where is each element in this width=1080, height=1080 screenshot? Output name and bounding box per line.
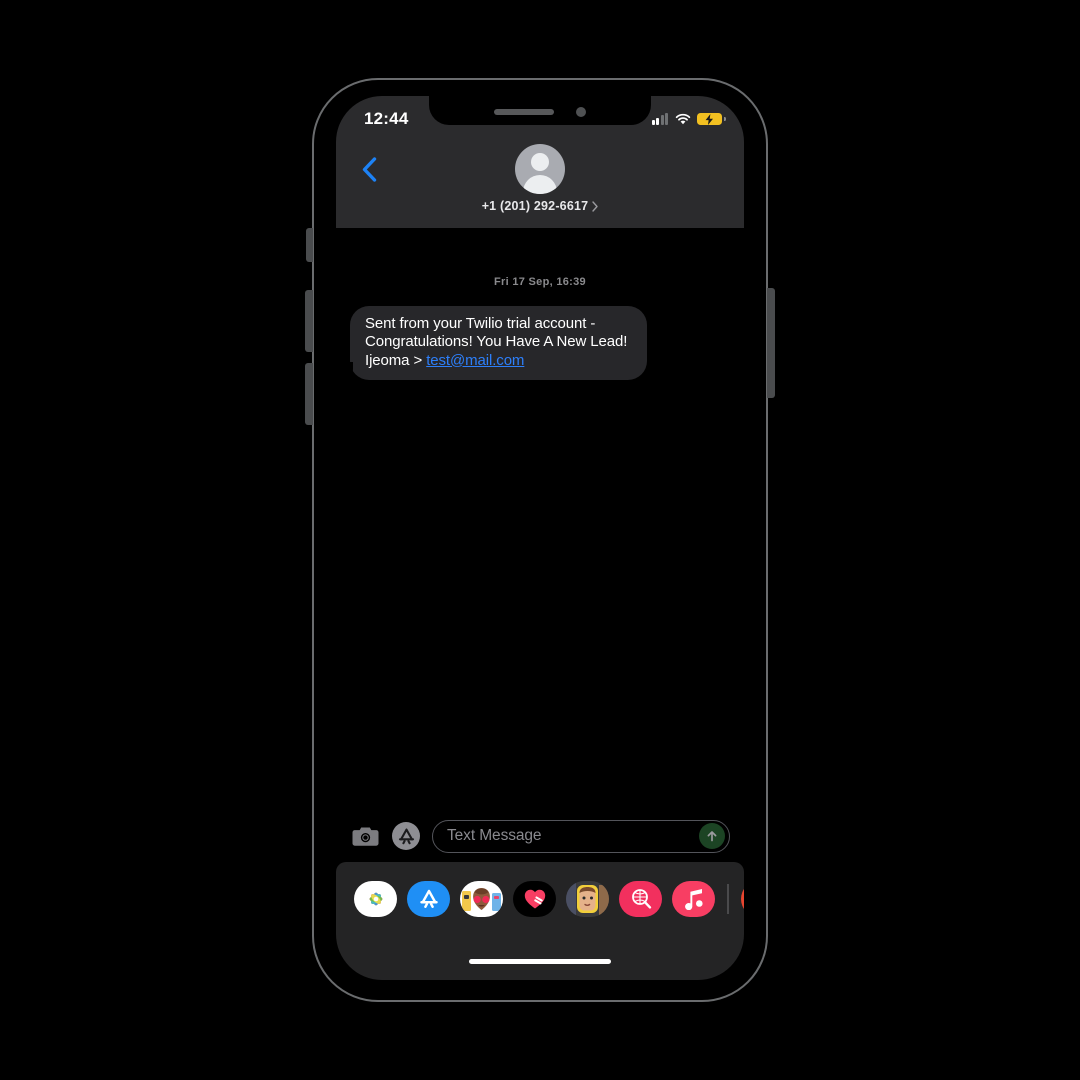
app-drawer-strip[interactable] [336, 872, 744, 926]
status-bar-time: 12:44 [364, 109, 409, 128]
memoji-icon [566, 883, 609, 915]
app-store-button[interactable] [392, 822, 420, 850]
app-icon-stickers[interactable] [460, 881, 503, 917]
app-icon-appstore[interactable] [407, 881, 450, 917]
message-input-toolbar: Text Message [336, 810, 744, 862]
camera-icon [352, 827, 378, 846]
text-message-placeholder: Text Message [447, 827, 542, 844]
home-indicator[interactable] [469, 959, 611, 964]
stickers-icon [462, 888, 501, 911]
message-row: Sent from your Twilio trial account - Co… [336, 306, 744, 380]
contact-header[interactable]: +1 (201) 292-6617 [336, 144, 744, 213]
app-icon-photos[interactable] [354, 881, 397, 917]
volume-down-button[interactable] [305, 363, 313, 425]
front-camera-icon [576, 106, 586, 117]
text-message-input[interactable]: Text Message [432, 819, 730, 853]
cellular-signal-icon [651, 113, 668, 125]
app-icon-fitness[interactable] [513, 881, 556, 917]
silence-switch[interactable] [306, 228, 313, 262]
contact-name-row[interactable]: +1 (201) 292-6617 [482, 199, 599, 213]
images-search-icon [631, 889, 651, 909]
wifi-icon [675, 113, 691, 124]
app-store-icon [398, 828, 414, 844]
app-icon-images[interactable] [619, 881, 662, 917]
app-store-icon [419, 889, 438, 908]
speaker-grille-icon [494, 108, 554, 115]
volume-up-button[interactable] [305, 290, 313, 352]
music-note-icon [685, 889, 703, 910]
battery-charging-icon [697, 112, 726, 126]
app-drawer [336, 862, 744, 980]
notch [429, 96, 651, 125]
arrow-up-icon [707, 831, 717, 842]
message-timestamp: Fri 17 Sep, 16:39 [494, 276, 586, 288]
phone-screen: 12:44 +1 (201) 292-6617 Fri 17 Sep, 16:3… [336, 96, 744, 980]
status-bar-indicators [651, 112, 726, 126]
fitness-icon [524, 889, 545, 909]
conversation-thread[interactable]: Fri 17 Sep, 16:39 Sent from your Twilio … [336, 228, 744, 862]
person-avatar-icon [515, 144, 565, 194]
message-bubble-incoming[interactable]: Sent from your Twilio trial account - Co… [342, 306, 647, 380]
camera-button[interactable] [350, 821, 380, 851]
contact-name: +1 (201) 292-6617 [481, 199, 589, 213]
message-email-link[interactable]: test@mail.com [426, 352, 524, 369]
send-button[interactable] [699, 823, 725, 849]
lightning-bolt-icon [705, 113, 713, 125]
photos-icon [369, 892, 382, 906]
app-drawer-divider [727, 884, 729, 914]
chevron-right-icon [592, 200, 598, 212]
power-button[interactable] [767, 288, 775, 398]
app-icon-music[interactable] [672, 881, 715, 917]
app-icon-memoji[interactable] [566, 881, 609, 917]
app-icon-overflow[interactable] [740, 881, 744, 917]
